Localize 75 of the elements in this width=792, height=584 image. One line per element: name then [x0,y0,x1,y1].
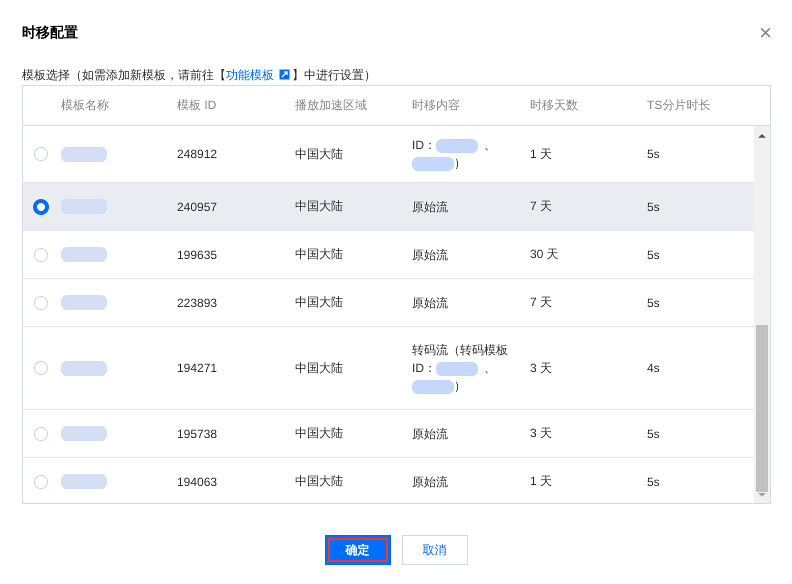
table-row[interactable]: 223893 中国大陆 原始流 7 天 5s [23,279,754,326]
table-cell-text: 248912 [177,147,218,161]
table-cell: 、 [484,361,496,375]
cancel-button[interactable]: 取消 [402,535,468,565]
blurred-name [61,360,107,376]
table-cell-text: 195738 [177,426,218,440]
table-cell-text: 中国大陆 [295,473,344,490]
table-cell-text: 1 天 [530,146,554,162]
table-cell-text: 3 天 [530,425,554,442]
table-cell-text: 223893 [177,296,218,310]
table-cell-text: 5s [647,248,661,262]
table-cell-text: 中国大陆 [295,198,344,215]
table-row[interactable]: 240957 中国大陆 原始流 7 天 5s [23,183,754,230]
table-cell-text: 5s [647,296,661,310]
table-cell-text: 中国大陆 [295,360,344,376]
blurred-id [412,156,454,171]
column-header: 播放加速区域 [295,97,368,114]
blurred-name [61,146,107,162]
table-cell-text: 7 天 [530,294,554,311]
column-header: 时移天数 [530,97,579,114]
table-cell-text: 中国大陆 [295,425,344,442]
template-link[interactable]: 功能模板 [226,68,292,82]
table-cell-text: 30 天 [530,246,560,263]
external-link-icon [279,69,290,80]
table-cell: ） [454,379,466,393]
table-cell-text: 7 天 [530,198,554,215]
column-header: TS分片时长 [647,97,712,114]
table-row[interactable]: 199635 中国大陆 原始流 30 天 5s [23,231,754,278]
table-cell: 转码流（转码模板 [412,343,508,357]
table-cell: 原始流 [412,248,448,262]
close-button[interactable]: × [759,24,772,42]
template-hint: 模板选择（如需添加新模板，请前往【功能模板 】中进行设置） [22,67,377,83]
table-cell: 原始流 [412,426,448,440]
blurred-name [61,247,107,262]
scrollbar[interactable] [754,126,770,503]
table-cell: ID： [412,361,436,375]
table-cell-text: 5s [647,474,661,488]
table-cell-text: 3 天 [530,360,554,376]
table-cell-text: 4s [647,361,661,375]
blurred-id [436,138,478,153]
confirm-button[interactable]: 确定 [324,535,390,565]
column-header: 模板 ID [177,97,218,114]
blurred-name [61,474,107,489]
table-row[interactable]: 194271 中国大陆 转码流（转码模板 ID： 、 ） 3 天 4s [23,327,754,409]
table-cell-text: 中国大陆 [295,246,344,263]
column-header: 时移内容 [412,97,461,114]
blurred-name [61,295,107,310]
table-cell-text: 194063 [177,474,218,488]
table-cell-text: 194271 [177,361,218,375]
scrollbar-thumb[interactable] [756,324,768,492]
table-cell-text: 240957 [177,200,218,214]
dialog-title: 时移配置 [22,24,78,42]
blurred-id [412,380,454,394]
table-cell-text: 199635 [177,248,218,262]
blurred-id [436,362,478,376]
table-row[interactable]: 194063 中国大陆 原始流 1 天 5s [23,458,754,503]
table-cell: 原始流 [412,200,448,214]
table-cell: ID： [412,138,436,152]
table-cell-text: 5s [647,147,661,161]
table-cell: ） [454,156,466,170]
table-cell-text: 1 天 [530,473,554,490]
radio-button[interactable] [33,198,49,214]
table-row[interactable]: 195738 中国大陆 原始流 3 天 5s [23,410,754,457]
table-cell: 原始流 [412,474,448,488]
blurred-name [61,426,107,441]
blurred-name [61,199,107,214]
table-cell-text: 5s [647,426,661,440]
table-cell: 、 [484,138,496,152]
table-cell: 原始流 [412,296,448,310]
table-cell-text: 5s [647,200,661,214]
column-header: 模板名称 [61,97,110,114]
scroll-up-icon[interactable] [758,133,766,139]
table-row[interactable]: 248912 中国大陆 ID： 、 ） 1 天 5s [23,126,754,182]
table-cell-text: 中国大陆 [295,146,344,162]
table-cell-text: 中国大陆 [295,294,344,311]
